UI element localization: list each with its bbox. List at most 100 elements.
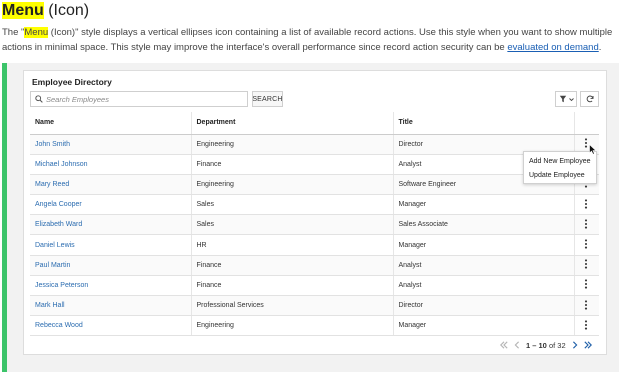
cell-department: HR: [191, 234, 394, 256]
search-input[interactable]: [46, 94, 236, 104]
filter-button[interactable]: [555, 91, 577, 107]
refresh-button[interactable]: [580, 91, 599, 107]
kebab-menu-icon: [585, 299, 588, 310]
kebab-menu-icon: [585, 219, 588, 229]
last-page-icon: [584, 341, 592, 349]
row-actions-button[interactable]: [584, 259, 588, 271]
cell-department: Engineering: [191, 315, 394, 337]
mouse-cursor-icon: [589, 144, 597, 155]
cell-department: Finance: [191, 255, 394, 276]
menu-item-update-employee[interactable]: Update Employee: [524, 169, 596, 183]
page-range-text: 1 – 10 of 32: [526, 341, 566, 350]
card-title: Employee Directory: [32, 77, 112, 87]
table-row: Mark Hall Professional Services Director: [30, 295, 599, 317]
heading-highlight: Menu: [2, 2, 44, 19]
cell-title: Manager: [393, 234, 575, 256]
employee-name-link[interactable]: Daniel Lewis: [35, 242, 75, 249]
cell-title: Sales Associate: [393, 214, 575, 236]
chevron-down-icon: [568, 97, 574, 101]
cell-actions: [574, 214, 599, 236]
kebab-menu-icon: [585, 239, 588, 249]
cell-name: Elizabeth Ward: [30, 214, 192, 236]
table-row: John Smith Engineering Director: [30, 134, 599, 155]
table-row: Michael Johnson Finance Analyst: [30, 154, 599, 175]
cell-title: Director: [393, 295, 575, 317]
employee-name-link[interactable]: Jessica Peterson: [35, 282, 88, 289]
employee-name-link[interactable]: Angela Cooper: [35, 201, 82, 208]
table-row: Elizabeth Ward Sales Sales Associate: [30, 214, 599, 236]
cell-title: Analyst: [393, 275, 575, 297]
employee-name-link[interactable]: Mark Hall: [35, 302, 65, 309]
table-row: Daniel Lewis HR Manager: [30, 234, 599, 256]
first-page-icon: [500, 341, 508, 349]
table-row: Paul Martin Finance Analyst: [30, 255, 599, 276]
next-page-button[interactable]: [572, 341, 578, 349]
desc-text-3: .: [598, 41, 602, 53]
next-page-icon: [572, 341, 578, 349]
record-action-menu: Add New Employee Update Employee: [523, 151, 597, 184]
cell-department: Engineering: [191, 134, 394, 155]
employee-name-link[interactable]: Rebecca Wood: [35, 322, 83, 329]
table-row: Mary Reed Engineering Software Engineer: [30, 174, 599, 196]
row-actions-button[interactable]: [584, 279, 588, 291]
cell-department: Finance: [191, 154, 394, 175]
kebab-menu-icon: [585, 138, 588, 148]
cell-name: Mary Reed: [30, 174, 192, 196]
cell-title: Analyst: [393, 255, 575, 276]
prev-page-button[interactable]: [514, 341, 520, 349]
cell-actions: [574, 295, 599, 317]
search-button[interactable]: SEARCH: [252, 91, 283, 107]
row-actions-button[interactable]: [584, 320, 588, 332]
evaluated-on-demand-link[interactable]: evaluated on demand: [507, 42, 598, 53]
cell-name: Michael Johnson: [30, 154, 192, 175]
cell-name: Jessica Peterson: [30, 275, 192, 297]
pagination: 1 – 10 of 32: [500, 339, 592, 351]
cell-title: Manager: [393, 315, 575, 337]
cell-department: Engineering: [191, 174, 394, 196]
filter-icon: [559, 95, 566, 103]
table-row: Jessica Peterson Finance Analyst: [30, 275, 599, 297]
table-row: Rebecca Wood Engineering Manager: [30, 315, 599, 337]
employee-name-link[interactable]: Mary Reed: [35, 181, 69, 188]
row-actions-button[interactable]: [584, 239, 588, 251]
last-page-button[interactable]: [584, 341, 592, 349]
cell-department: Finance: [191, 275, 394, 297]
kebab-menu-icon: [585, 199, 588, 209]
refresh-icon: [586, 95, 594, 103]
employee-table: Name Department Title John Smith Engineer…: [30, 112, 599, 337]
column-header-title[interactable]: Title: [393, 112, 575, 135]
cell-department: Sales: [191, 214, 394, 236]
cell-name: Paul Martin: [30, 255, 192, 276]
page-heading: Menu (Icon): [2, 2, 89, 20]
cell-name: Rebecca Wood: [30, 315, 192, 337]
employee-name-link[interactable]: Paul Martin: [35, 262, 70, 269]
row-actions-button[interactable]: [584, 199, 588, 211]
cell-actions: [574, 194, 599, 216]
prev-page-icon: [514, 341, 519, 349]
search-icon: [35, 95, 43, 103]
row-actions-button[interactable]: [584, 138, 588, 150]
cell-actions: [574, 315, 599, 337]
employee-name-link[interactable]: John Smith: [35, 141, 70, 148]
heading-rest: (Icon): [43, 2, 90, 19]
page-total: 32: [557, 340, 566, 350]
cell-actions: [574, 234, 599, 256]
kebab-menu-icon: [585, 320, 588, 330]
menu-item-add-new-employee[interactable]: Add New Employee: [524, 155, 596, 169]
row-actions-button[interactable]: [584, 299, 588, 312]
row-actions-button[interactable]: [584, 219, 588, 231]
cell-name: Angela Cooper: [30, 194, 192, 216]
table-header-row: Name Department Title: [30, 112, 599, 135]
table-row: Angela Cooper Sales Manager: [30, 194, 599, 216]
column-header-department[interactable]: Department: [191, 112, 394, 135]
style-description: The "Menu (Icon)" style displays a verti…: [2, 26, 628, 55]
first-page-button[interactable]: [500, 341, 508, 349]
cell-actions: [574, 255, 599, 276]
column-header-actions: [574, 112, 599, 135]
employee-name-link[interactable]: Elizabeth Ward: [35, 221, 82, 228]
page-range: 1 – 10: [526, 340, 547, 350]
desc-text-1: The ": [2, 27, 25, 38]
search-field[interactable]: [30, 91, 248, 107]
column-header-name[interactable]: Name: [30, 112, 192, 135]
employee-name-link[interactable]: Michael Johnson: [35, 161, 88, 168]
